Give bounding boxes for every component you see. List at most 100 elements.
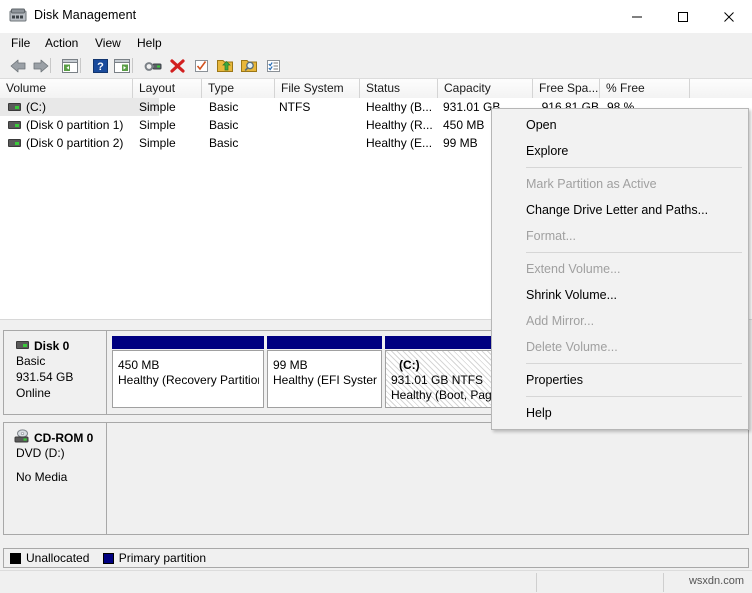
disk-management-window: Disk Management File Action View Help xyxy=(0,0,752,593)
menu-view[interactable]: View xyxy=(90,35,126,51)
title-bar: Disk Management xyxy=(0,0,752,34)
context-menu-item-change-drive-letter[interactable]: Change Drive Letter and Paths... xyxy=(492,197,748,223)
toolbar-separator xyxy=(132,58,133,73)
cell-type: Basic xyxy=(209,134,277,152)
search-icon[interactable] xyxy=(239,56,259,75)
close-button[interactable] xyxy=(706,0,752,33)
column-header-file-system[interactable]: File System xyxy=(275,79,360,98)
cdrom0-info: CD-ROM 0 DVD (D:) No Media xyxy=(4,423,107,534)
volume-drive-icon xyxy=(8,139,21,147)
disk0-type: Basic xyxy=(16,353,106,369)
partition-efi[interactable]: 99 MB Healthy (EFI Systerr xyxy=(267,336,382,408)
show-hide-console-tree-icon[interactable] xyxy=(60,56,80,75)
cdrom0-letter: DVD (D:) xyxy=(16,445,106,461)
menu-help[interactable]: Help xyxy=(132,35,167,51)
partition-efi-size: 99 MB xyxy=(273,358,377,373)
status-bar-separator xyxy=(663,573,664,592)
legend-item-unallocated: Unallocated xyxy=(10,549,89,567)
cell-volume-text: (Disk 0 partition 1) xyxy=(26,118,123,132)
volume-drive-icon xyxy=(8,103,21,111)
column-header-capacity[interactable]: Capacity xyxy=(438,79,533,98)
cell-status: Healthy (R... xyxy=(366,116,440,134)
list-view-icon[interactable] xyxy=(263,56,283,75)
partition-efi-bar xyxy=(267,336,382,349)
status-bar: wsxdn.com xyxy=(0,570,752,593)
partition-recovery-body: 450 MB Healthy (Recovery Partitior xyxy=(112,350,264,408)
toolbar-separator xyxy=(80,58,81,73)
cdrom0-spacer xyxy=(16,461,106,469)
partition-recovery[interactable]: 450 MB Healthy (Recovery Partitior xyxy=(112,336,264,408)
cell-file-system xyxy=(279,116,361,134)
disk0-status: Online xyxy=(16,385,106,401)
cell-volume: (C:) xyxy=(0,98,159,116)
context-menu: Open Explore Mark Partition as Active Ch… xyxy=(491,108,749,430)
legend-label-primary-partition: Primary partition xyxy=(119,551,206,565)
column-header-free-space[interactable]: Free Spa... xyxy=(533,79,600,98)
cell-volume: (Disk 0 partition 1) xyxy=(0,116,159,134)
disk-management-icon xyxy=(9,8,27,24)
partition-efi-body: 99 MB Healthy (EFI Systerr xyxy=(267,350,382,408)
watermark: wsxdn.com xyxy=(689,575,744,587)
volume-drive-icon xyxy=(8,121,21,129)
checkmark-icon[interactable] xyxy=(191,56,211,75)
toolbar-separator xyxy=(50,58,51,73)
legend-label-unallocated: Unallocated xyxy=(26,551,89,565)
context-menu-item-help[interactable]: Help xyxy=(492,400,748,426)
context-menu-separator xyxy=(526,252,742,253)
show-action-pane-icon[interactable] xyxy=(112,56,132,75)
legend-swatch-primary-partition xyxy=(103,553,114,564)
column-header-status[interactable]: Status xyxy=(360,79,438,98)
column-header-layout[interactable]: Layout xyxy=(133,79,202,98)
context-menu-item-open[interactable]: Open xyxy=(492,112,748,138)
window-title: Disk Management xyxy=(34,8,136,22)
cell-layout: Simple xyxy=(139,98,203,116)
legend-item-primary-partition: Primary partition xyxy=(103,549,206,567)
cell-status: Healthy (B... xyxy=(366,98,440,116)
cell-volume: (Disk 0 partition 2) xyxy=(0,134,159,152)
context-menu-separator xyxy=(526,167,742,168)
context-menu-item-shrink-volume[interactable]: Shrink Volume... xyxy=(492,282,748,308)
column-header-volume[interactable]: Volume xyxy=(0,79,133,98)
partition-recovery-bar xyxy=(112,336,264,349)
cell-file-system xyxy=(279,134,361,152)
legend-swatch-unallocated xyxy=(10,553,21,564)
context-menu-item-add-mirror: Add Mirror... xyxy=(492,308,748,334)
cdrom-icon xyxy=(14,429,31,443)
svg-text:?: ? xyxy=(97,61,104,73)
context-menu-item-properties[interactable]: Properties xyxy=(492,367,748,393)
column-header-percent-free[interactable]: % Free xyxy=(600,79,690,98)
forward-icon[interactable] xyxy=(30,56,50,75)
context-menu-separator xyxy=(526,363,742,364)
context-menu-item-mark-partition-as-active: Mark Partition as Active xyxy=(492,171,748,197)
cdrom0-empty-area xyxy=(108,423,748,534)
cell-layout: Simple xyxy=(139,134,203,152)
cell-type: Basic xyxy=(209,98,277,116)
hard-disk-icon xyxy=(16,341,29,349)
legend: Unallocated Primary partition xyxy=(3,548,749,568)
maximize-button[interactable] xyxy=(660,0,706,33)
back-icon[interactable] xyxy=(8,56,28,75)
cell-status: Healthy (E... xyxy=(366,134,440,152)
help-icon[interactable]: ? xyxy=(90,56,110,75)
menu-file[interactable]: File xyxy=(6,35,35,51)
status-bar-separator xyxy=(536,573,537,592)
column-header-type[interactable]: Type xyxy=(202,79,275,98)
context-menu-separator xyxy=(526,396,742,397)
disk0-size: 931.54 GB xyxy=(16,369,106,385)
cdrom0-status: No Media xyxy=(16,469,106,485)
context-menu-item-extend-volume: Extend Volume... xyxy=(492,256,748,282)
cdrom0-name: CD-ROM 0 xyxy=(34,431,106,445)
disk0-info: Disk 0 Basic 931.54 GB Online xyxy=(4,331,107,414)
rescan-disks-icon[interactable] xyxy=(215,56,235,75)
context-menu-item-explore[interactable]: Explore xyxy=(492,138,748,164)
menu-action[interactable]: Action xyxy=(40,35,83,51)
delete-icon[interactable] xyxy=(167,56,187,75)
minimize-button[interactable] xyxy=(614,0,660,33)
context-menu-item-delete-volume: Delete Volume... xyxy=(492,334,748,360)
toolbar: ? xyxy=(0,53,752,79)
disk0-name: Disk 0 xyxy=(34,339,106,353)
partition-efi-status: Healthy (EFI Systerr xyxy=(273,373,377,388)
disk-row-cdrom0[interactable]: CD-ROM 0 DVD (D:) No Media xyxy=(3,422,749,535)
properties-icon[interactable] xyxy=(143,56,163,75)
partition-recovery-size: 450 MB xyxy=(118,358,259,373)
